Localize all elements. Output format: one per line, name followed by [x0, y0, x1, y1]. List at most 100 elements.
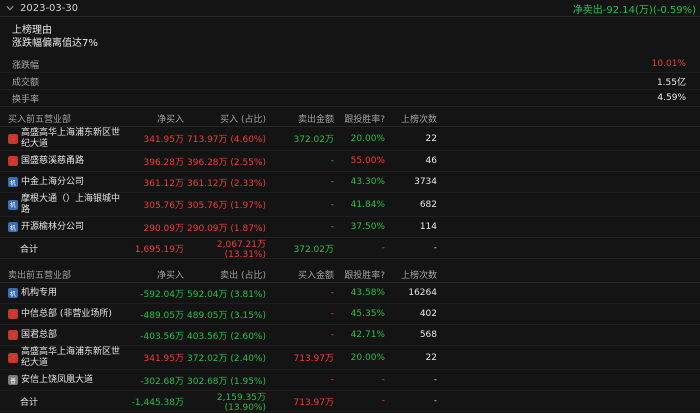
- table-row[interactable]: 机机构专用 -592.04万 592.04万 (3.81%) - 43.58% …: [0, 283, 700, 304]
- table-row[interactable]: 游国君总部 -403.56万 403.56万 (2.60%) - 42.71% …: [0, 325, 700, 346]
- branch-name[interactable]: 国君总部: [21, 330, 57, 341]
- col-header: 买入前五营业部: [8, 114, 72, 125]
- table-row[interactable]: 机开源榆林分公司 290.09万 290.09万 (1.87%) - 37.50…: [0, 217, 700, 238]
- net-buy: -403.56万: [140, 331, 184, 342]
- total-sell: 372.02万: [293, 244, 335, 255]
- branch-name[interactable]: 高盛高华上海浦东新区世纪大道: [21, 347, 128, 369]
- total-net: 1,695.19万: [134, 244, 184, 255]
- total-label: 合计: [20, 244, 39, 255]
- net-buy: 361.12万: [143, 178, 185, 189]
- branch-name[interactable]: 摩根大通（）上海银城中路: [21, 194, 128, 216]
- sell-amount: 302.68万 (1.95%): [187, 376, 266, 387]
- net-buy: -302.68万: [140, 376, 184, 387]
- total-buy: 713.97万: [293, 397, 335, 408]
- win-rate: 41.84%: [350, 199, 385, 210]
- net-buy: -592.04万: [140, 289, 184, 300]
- branch-name[interactable]: 高盛高华上海浦东新区世纪大道: [21, 128, 128, 150]
- stat-value: 4.59%: [657, 93, 686, 103]
- sell-amount: 372.02万 (2.40%): [187, 354, 266, 364]
- buy-amount: -: [330, 309, 334, 319]
- table-header: 买入前五营业部 净买入 买入 (占比) 卖出金额 跟投胜率? 上榜次数: [0, 110, 700, 127]
- col-header: 买入金额: [297, 270, 334, 281]
- badge-icon: 机: [8, 222, 18, 232]
- sell-amount: -: [330, 222, 334, 232]
- col-header: 上榜次数: [400, 114, 437, 125]
- col-header: 跟投胜率?: [344, 270, 385, 281]
- buy-amount: -: [330, 288, 334, 298]
- sell-amount: -: [330, 177, 334, 187]
- total-rate: -: [381, 243, 385, 253]
- stat-row-turnover-amount: 成交额 1.55亿: [0, 73, 700, 90]
- branch-name[interactable]: 机构专用: [21, 288, 57, 299]
- net-buy: 396.28万: [143, 157, 185, 168]
- table-row[interactable]: 游国盛慈溪慈甬路 396.28万 396.28万 (2.55%) - 55.00…: [0, 151, 700, 172]
- col-header: 跟投胜率?: [344, 114, 385, 125]
- col-header: 卖出 (占比): [220, 270, 266, 281]
- badge-icon: 普: [8, 375, 18, 385]
- win-rate: 20.00%: [350, 352, 385, 363]
- table-row[interactable]: 游高盛高华上海浦东新区世纪大道 341.95万 713.97万 (4.60%) …: [0, 127, 700, 151]
- stat-value: 10.01%: [651, 59, 686, 69]
- sell-amount: -: [330, 199, 334, 210]
- total-count: -: [433, 243, 437, 253]
- total-count: -: [433, 396, 437, 406]
- listing-reason: 上榜理由 涨跌幅偏离值达7%: [0, 17, 700, 50]
- col-header: 净买入: [156, 114, 184, 125]
- col-header: 买入 (占比): [220, 114, 266, 125]
- sell-amount: 403.56万 (2.60%): [187, 331, 266, 342]
- total-rate: -: [381, 396, 385, 406]
- net-buy: 305.76万: [143, 201, 185, 211]
- win-rate: -: [381, 375, 385, 385]
- reason-text: 涨跌幅偏离值达7%: [12, 38, 98, 49]
- list-count: 114: [419, 222, 437, 232]
- buy-amount: 305.76万 (1.97%): [187, 201, 266, 211]
- branch-name[interactable]: 国盛慈溪慈甬路: [21, 156, 84, 167]
- sell-top5-table: 卖出前五营业部 净买入 卖出 (占比) 买入金额 跟投胜率? 上榜次数 机机构专…: [0, 266, 700, 413]
- date-header[interactable]: 2023-03-30 净卖出-92.14(万)(-0.59%): [0, 0, 700, 17]
- sell-amount: -: [330, 156, 334, 166]
- branch-name[interactable]: 中金上海分公司: [21, 177, 84, 188]
- net-buy: 290.09万: [143, 223, 185, 234]
- branch-name[interactable]: 安信上饶凤凰大道: [21, 375, 93, 386]
- list-count: 3734: [414, 177, 437, 187]
- total-net: -1,445.38万: [131, 397, 184, 408]
- win-rate: 43.58%: [350, 288, 385, 298]
- buy-top5-table: 买入前五营业部 净买入 买入 (占比) 卖出金额 跟投胜率? 上榜次数 游高盛高…: [0, 110, 700, 260]
- buy-amount: 713.97万 (4.60%): [187, 135, 266, 145]
- buy-amount: 290.09万 (1.87%): [187, 223, 266, 234]
- win-rate: 20.00%: [350, 133, 385, 144]
- total-row: 合计 -1,445.38万 2,159.35万 (13.90%) 713.97万…: [0, 391, 700, 413]
- badge-icon: 游: [8, 133, 18, 144]
- branch-name[interactable]: 开源榆林分公司: [21, 222, 84, 233]
- buy-amount: -: [330, 330, 334, 340]
- buy-amount: 713.97万: [293, 354, 335, 364]
- buy-amount: -: [330, 375, 334, 385]
- list-count: 22: [425, 133, 437, 144]
- net-buy: 341.95万: [143, 135, 185, 145]
- table-row[interactable]: 游高盛高华上海浦东新区世纪大道 341.95万 372.02万 (2.40%) …: [0, 346, 700, 370]
- table-row[interactable]: 机中金上海分公司 361.12万 361.12万 (2.33%) - 43.30…: [0, 172, 700, 193]
- net-buy: 341.95万: [143, 354, 185, 364]
- col-header: 卖出前五营业部: [8, 270, 72, 281]
- total-sell: 2,159.35万 (13.90%): [216, 392, 266, 413]
- table-row[interactable]: 普安信上饶凤凰大道 -302.68万 302.68万 (1.95%) - - -: [0, 370, 700, 391]
- badge-icon: 机: [8, 288, 18, 298]
- stat-label: 成交额: [12, 77, 40, 88]
- list-count: -: [433, 375, 437, 385]
- branch-name[interactable]: 中信总部 (非营业场所): [21, 309, 112, 320]
- table-header: 卖出前五营业部 净买入 卖出 (占比) 买入金额 跟投胜率? 上榜次数: [0, 266, 700, 283]
- list-count: 46: [425, 156, 437, 166]
- table-row[interactable]: 游中信总部 (非营业场所) -489.05万 489.05万 (3.15%) -…: [0, 304, 700, 325]
- stats-list: 涨跌幅 10.01% 成交额 1.55亿 换手率 4.59%: [0, 56, 700, 107]
- reason-title: 上榜理由: [12, 25, 52, 36]
- win-rate: 37.50%: [350, 222, 385, 232]
- win-rate: 45.35%: [350, 309, 385, 319]
- stat-value: 1.55亿: [656, 77, 686, 88]
- table-row[interactable]: 机摩根大通（）上海银城中路 305.76万 305.76万 (1.97%) - …: [0, 193, 700, 217]
- list-count: 568: [419, 330, 437, 340]
- date-label: 2023-03-30: [20, 2, 79, 14]
- total-buy: 2,067.21万 (13.31%): [216, 239, 266, 260]
- total-label: 合计: [20, 397, 39, 408]
- chevron-down-icon[interactable]: [6, 4, 14, 12]
- win-rate: 42.71%: [350, 330, 385, 340]
